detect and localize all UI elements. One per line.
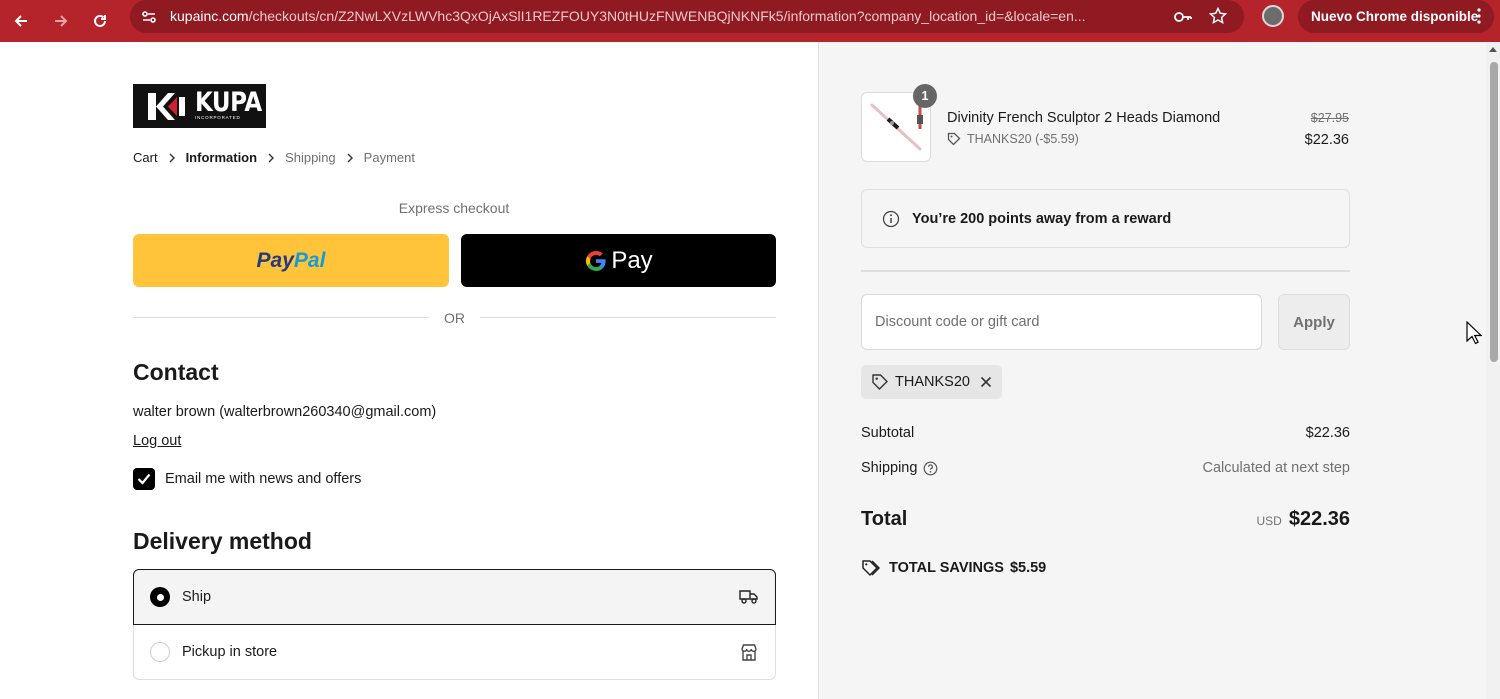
express-checkout-label: Express checkout	[398, 200, 510, 216]
remove-code-icon[interactable]	[980, 376, 992, 388]
total-savings: TOTAL SAVINGS $5.59	[861, 559, 1046, 577]
password-key-icon[interactable]	[1173, 8, 1193, 26]
or-divider: OR	[133, 308, 776, 326]
newsletter-checkbox[interactable]	[133, 468, 155, 490]
final-price: $22.36	[1304, 132, 1349, 148]
google-g-icon	[586, 250, 606, 271]
savings-tag-icon	[862, 560, 881, 577]
chevron-right-icon	[346, 153, 354, 163]
mouse-cursor-icon	[1466, 321, 1482, 345]
store-icon	[741, 644, 757, 661]
breadcrumb: Cart Information Shipping Payment	[133, 150, 415, 165]
back-button[interactable]	[5, 5, 37, 37]
apply-discount-button[interactable]: Apply	[1278, 294, 1350, 350]
checkout-main: KUPA INCORPORATED Cart Information Shipp…	[0, 42, 818, 699]
delivery-method-group: Ship Pickup in store	[133, 569, 776, 680]
product-discount: THANKS20 (-$5.59)	[947, 132, 1079, 146]
checkmark-icon	[137, 473, 151, 485]
info-icon	[882, 210, 900, 227]
bookmark-star-icon[interactable]	[1209, 7, 1227, 25]
original-price: $27.95	[1310, 111, 1349, 125]
delivery-option-ship[interactable]: Ship	[133, 569, 776, 625]
reward-banner: You’re 200 points away from a reward	[861, 189, 1350, 248]
url-text: kupainc.com/checkouts/cn/Z2NwLXVzLWVhc3Q…	[170, 8, 1086, 24]
forward-button[interactable]	[45, 5, 77, 37]
reload-button[interactable]	[84, 5, 116, 37]
scroll-up-icon[interactable]	[1489, 46, 1497, 52]
breadcrumb-shipping: Shipping	[285, 150, 336, 165]
quantity-badge: 1	[913, 84, 937, 108]
scrollbar-thumb[interactable]	[1490, 62, 1498, 362]
reload-icon	[94, 14, 106, 27]
logout-link[interactable]: Log out	[133, 433, 181, 449]
chevron-right-icon	[168, 153, 176, 163]
google-pay-button[interactable]: Pay	[461, 234, 776, 287]
chrome-update-button[interactable]: Nuevo Chrome disponible	[1298, 0, 1494, 33]
contact-user: walter brown (walterbrown260340@gmail.co…	[133, 404, 437, 420]
paypal-button[interactable]: Pay Pal	[133, 234, 449, 287]
breadcrumb-cart[interactable]: Cart	[133, 150, 158, 165]
applied-code-tag: THANKS20	[861, 365, 1002, 399]
total-row: Total USD $22.36	[861, 508, 1350, 530]
breadcrumb-information: Information	[185, 150, 258, 165]
newsletter-label: Email me with news and offers	[165, 471, 362, 487]
address-bar[interactable]: kupainc.com/checkouts/cn/Z2NwLXVzLWVhc3Q…	[130, 0, 1244, 33]
breadcrumb-payment: Payment	[363, 150, 415, 165]
kupa-logo-mark	[148, 93, 185, 120]
tag-icon	[872, 374, 888, 390]
help-icon[interactable]	[923, 461, 938, 476]
radio-selected[interactable]	[150, 587, 170, 607]
kebab-menu-icon	[1477, 8, 1481, 24]
chevron-right-icon	[267, 153, 275, 163]
contact-heading: Contact	[133, 359, 219, 385]
order-summary: 1 Divinity French Sculptor 2 Heads Diamo…	[818, 42, 1500, 699]
newsletter-option[interactable]: Email me with news and offers	[133, 468, 361, 490]
subtotal-row: Subtotal $22.36	[861, 425, 1350, 441]
summary-divider	[861, 270, 1350, 272]
browser-toolbar: kupainc.com/checkouts/cn/Z2NwLXVzLWVhc3Q…	[0, 0, 1500, 42]
delivery-heading: Delivery method	[133, 528, 312, 554]
arrow-right-icon	[55, 15, 68, 27]
discount-code-input[interactable]	[861, 294, 1262, 350]
site-info-icon[interactable]	[140, 8, 158, 26]
shipping-row: Shipping Calculated at next step	[861, 460, 1350, 476]
store-logo[interactable]: KUPA INCORPORATED	[133, 84, 266, 128]
radio-unselected[interactable]	[150, 642, 170, 662]
arrow-left-icon	[14, 15, 27, 27]
product-name: Divinity French Sculptor 2 Heads Diamond	[947, 110, 1221, 126]
profile-avatar[interactable]	[1262, 5, 1284, 27]
delivery-option-pickup[interactable]: Pickup in store	[133, 625, 776, 680]
tag-icon	[947, 132, 961, 146]
truck-icon	[739, 590, 758, 604]
